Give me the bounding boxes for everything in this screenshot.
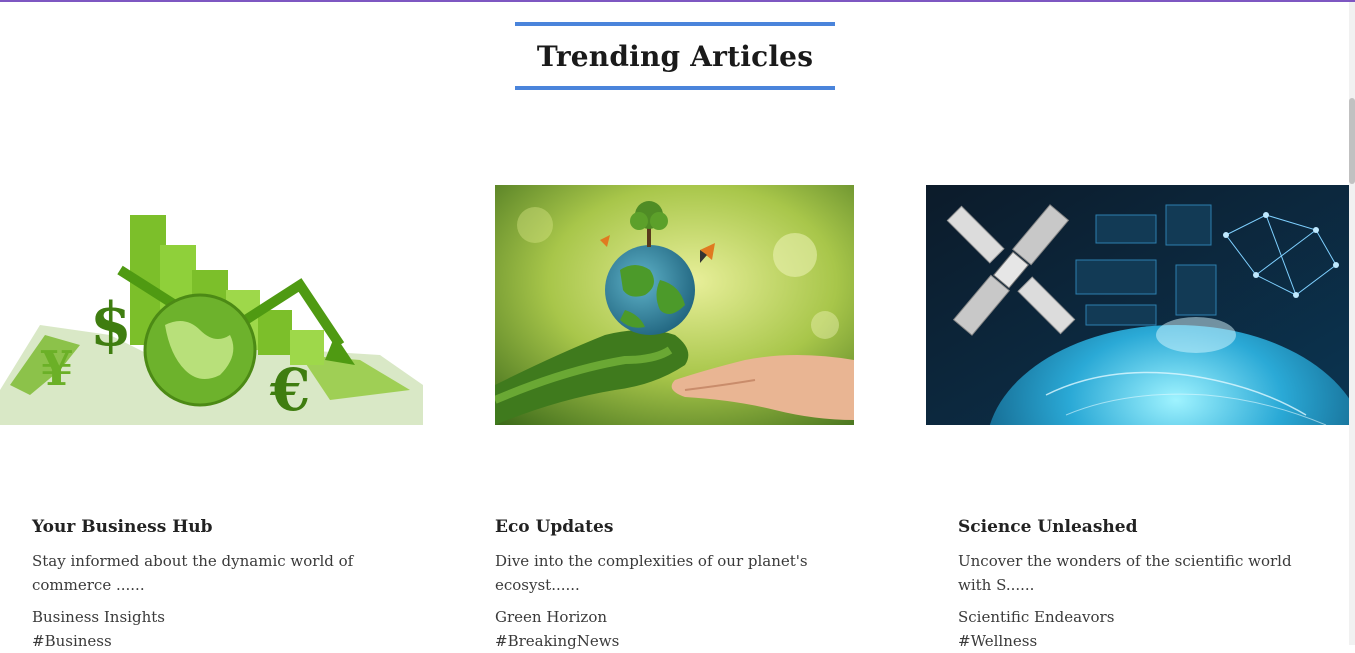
article-excerpt: Uncover the wonders of the scientific wo… xyxy=(958,552,1292,594)
article-category: Business Insights xyxy=(32,608,165,626)
svg-text:$: $ xyxy=(90,290,132,360)
article-title[interactable]: Your Business Hub xyxy=(32,515,392,539)
page-scrollbar[interactable] xyxy=(1349,2,1355,645)
article-category: Green Horizon xyxy=(495,608,608,626)
article-image-eco[interactable] xyxy=(495,185,854,425)
article-tag[interactable]: #Wellness xyxy=(958,629,1318,653)
article-card-science[interactable]: Science Unleashed Uncover the wonders of… xyxy=(958,515,1318,653)
article-title[interactable]: Eco Updates xyxy=(495,515,855,539)
scrollbar-thumb[interactable] xyxy=(1349,98,1355,184)
article-card-business[interactable]: Your Business Hub Stay informed about th… xyxy=(32,515,392,653)
section-title: Trending Articles xyxy=(536,39,814,73)
article-category: Scientific Endeavors xyxy=(958,608,1115,626)
article-title[interactable]: Science Unleashed xyxy=(958,515,1318,539)
svg-text:¥: ¥ xyxy=(40,341,73,397)
article-card-eco[interactable]: Eco Updates Dive into the complexities o… xyxy=(495,515,855,653)
section-heading: Trending Articles xyxy=(515,22,835,90)
article-tag[interactable]: #Business xyxy=(32,629,392,653)
earth-in-hands-image xyxy=(495,185,854,425)
article-image-business[interactable]: $ ¥ € xyxy=(0,185,423,425)
article-image-science[interactable] xyxy=(926,185,1349,425)
article-excerpt: Stay informed about the dynamic world of… xyxy=(32,552,354,594)
svg-text:€: € xyxy=(269,356,310,424)
satellite-earth-image xyxy=(926,185,1349,425)
top-accent-bar xyxy=(0,0,1355,2)
finance-growth-image: $ ¥ € xyxy=(0,185,423,425)
article-excerpt: Dive into the complexities of our planet… xyxy=(495,552,808,594)
article-tag[interactable]: #BreakingNews xyxy=(495,629,855,653)
